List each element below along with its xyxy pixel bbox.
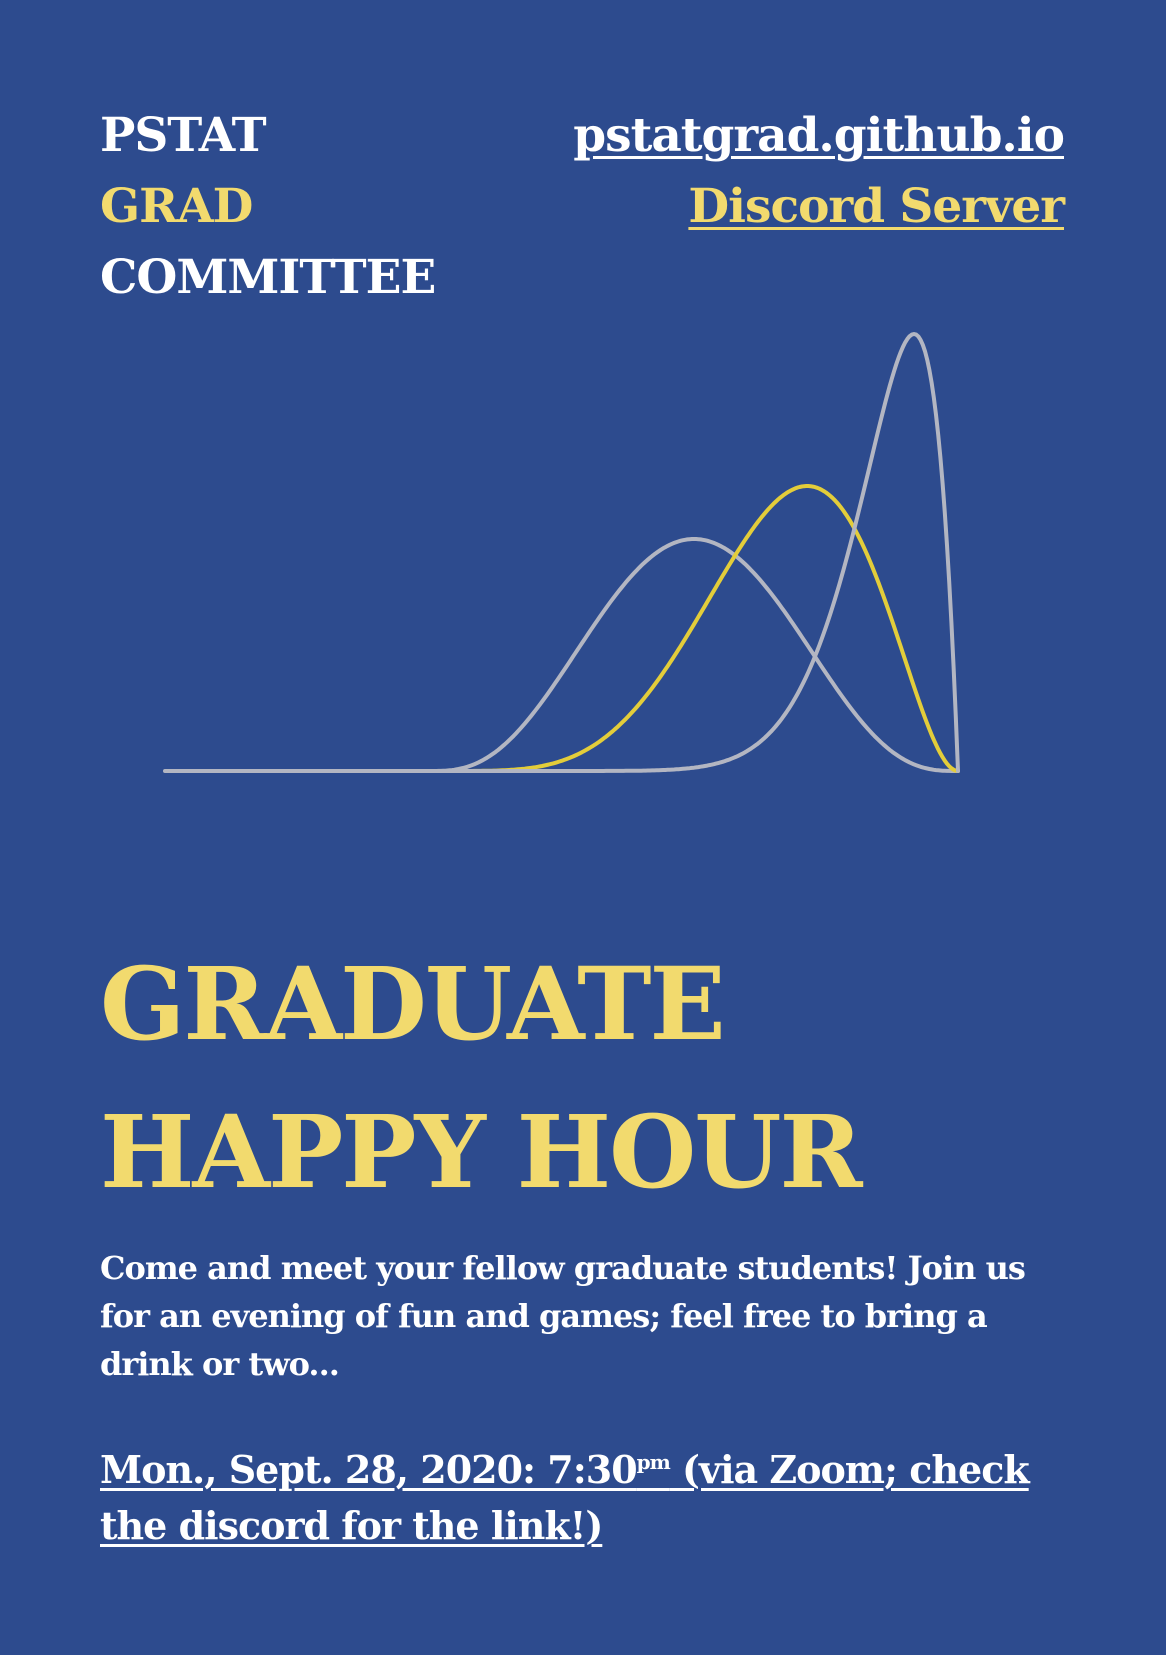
- event-description: Come and meet your fellow graduate stude…: [100, 1249, 1026, 1383]
- organization-name: PSTAT GRAD COMMITTEE: [100, 100, 436, 313]
- event-details: Mon., Sept. 28, 2020: 7:30pm (via Zoom; …: [100, 1442, 1070, 1554]
- tall-gray-density-curve: [428, 332, 960, 773]
- event-headline: GRADUATE HAPPY HOUR: [100, 930, 863, 1226]
- org-line-grad: GRAD: [100, 179, 253, 234]
- discord-link[interactable]: Discord Server: [573, 171, 1065, 242]
- event-date-time: Mon., Sept. 28, 2020: 7:30: [100, 1447, 638, 1492]
- org-line-committee: COMMITTEE: [100, 250, 436, 305]
- headline-line-1: GRADUATE: [100, 945, 726, 1063]
- website-link[interactable]: pstatgrad.github.io: [573, 100, 1065, 171]
- wide-gray-density-curve: [428, 537, 960, 773]
- headline-line-2: HAPPY HOUR: [100, 1093, 863, 1211]
- org-line-pstat: PSTAT: [100, 108, 267, 163]
- event-time-suffix: pm: [636, 1450, 671, 1474]
- distribution-curves-illustration: [163, 332, 960, 773]
- yellow-density-curve: [428, 484, 960, 773]
- header-links: pstatgrad.github.io Discord Server: [573, 100, 1065, 242]
